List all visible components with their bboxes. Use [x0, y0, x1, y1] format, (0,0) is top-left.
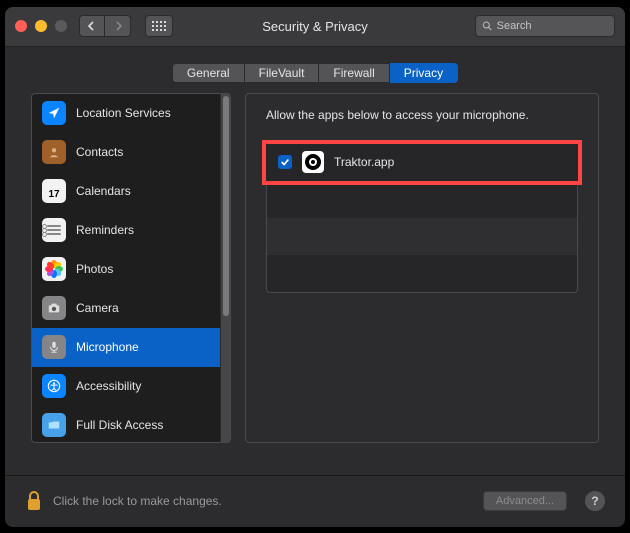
app-row-empty [267, 181, 577, 218]
folder-icon [42, 413, 66, 437]
content-body: Location Services Contacts 17 Calendars [5, 93, 625, 475]
app-row-empty [267, 218, 577, 255]
app-name-label: Traktor.app [334, 155, 394, 169]
sidebar-item-calendars[interactable]: 17 Calendars [32, 172, 220, 211]
app-list [266, 181, 578, 293]
chevron-left-icon [87, 21, 97, 31]
sidebar-item-camera[interactable]: Camera [32, 289, 220, 328]
app-row-traktor[interactable]: Traktor.app [266, 144, 578, 181]
sidebar-item-contacts[interactable]: Contacts [32, 133, 220, 172]
advanced-button[interactable]: Advanced... [483, 491, 567, 511]
checkmark-icon [280, 157, 290, 167]
sidebar-item-label: Photos [76, 262, 113, 276]
contacts-icon [42, 140, 66, 164]
sidebar-item-location-services[interactable]: Location Services [32, 94, 220, 133]
zoom-window-button[interactable] [55, 20, 67, 32]
tab-general[interactable]: General [172, 63, 245, 83]
search-field[interactable] [475, 15, 615, 37]
photos-icon [42, 257, 66, 281]
app-checkbox[interactable] [278, 155, 292, 169]
sidebar-scrollbar[interactable] [220, 94, 230, 442]
traffic-lights [15, 20, 67, 32]
sidebar-item-label: Location Services [76, 106, 171, 120]
lock-button[interactable] [25, 490, 43, 512]
tab-bar: General FileVault Firewall Privacy [5, 47, 625, 93]
tab-filevault[interactable]: FileVault [245, 63, 320, 83]
show-all-button[interactable] [145, 15, 173, 37]
location-icon [42, 101, 66, 125]
sidebar-item-label: Reminders [76, 223, 134, 237]
lock-icon [25, 490, 43, 512]
microphone-icon [42, 335, 66, 359]
sidebar-item-label: Contacts [76, 145, 123, 159]
back-button[interactable] [79, 15, 105, 37]
forward-button[interactable] [105, 15, 131, 37]
camera-icon [42, 296, 66, 320]
accessibility-icon [42, 374, 66, 398]
tab-firewall[interactable]: Firewall [319, 63, 389, 83]
grid-icon [152, 21, 166, 31]
sidebar-item-label: Microphone [76, 340, 139, 354]
sidebar-item-reminders[interactable]: Reminders [32, 211, 220, 250]
calendars-icon: 17 [42, 179, 66, 203]
titlebar: Security & Privacy [5, 7, 625, 47]
privacy-sidebar: Location Services Contacts 17 Calendars [31, 93, 231, 443]
help-button[interactable]: ? [585, 491, 605, 511]
sidebar-item-label: Camera [76, 301, 119, 315]
sidebar-item-photos[interactable]: Photos [32, 250, 220, 289]
reminders-icon [42, 218, 66, 242]
preferences-window: Security & Privacy General FileVault Fir… [5, 7, 625, 527]
app-row-empty [267, 255, 577, 292]
annotation-highlight: Traktor.app [262, 140, 582, 185]
chevron-right-icon [113, 21, 123, 31]
close-window-button[interactable] [15, 20, 27, 32]
sidebar-item-label: Full Disk Access [76, 418, 163, 432]
detail-panel: Allow the apps below to access your micr… [245, 93, 599, 443]
traktor-app-icon [302, 151, 324, 173]
sidebar-item-microphone[interactable]: Microphone [32, 328, 220, 367]
search-input[interactable] [497, 20, 608, 32]
nav-buttons [79, 15, 131, 37]
sidebar-item-label: Calendars [76, 184, 131, 198]
sidebar-item-label: Accessibility [76, 379, 141, 393]
tab-privacy[interactable]: Privacy [390, 63, 458, 83]
footer: Click the lock to make changes. Advanced… [5, 475, 625, 527]
sidebar-item-full-disk-access[interactable]: Full Disk Access [32, 406, 220, 442]
minimize-window-button[interactable] [35, 20, 47, 32]
sidebar-item-accessibility[interactable]: Accessibility [32, 367, 220, 406]
panel-description: Allow the apps below to access your micr… [266, 108, 578, 122]
lock-text: Click the lock to make changes. [53, 494, 222, 508]
scrollbar-thumb[interactable] [223, 96, 229, 316]
search-icon [482, 20, 493, 32]
